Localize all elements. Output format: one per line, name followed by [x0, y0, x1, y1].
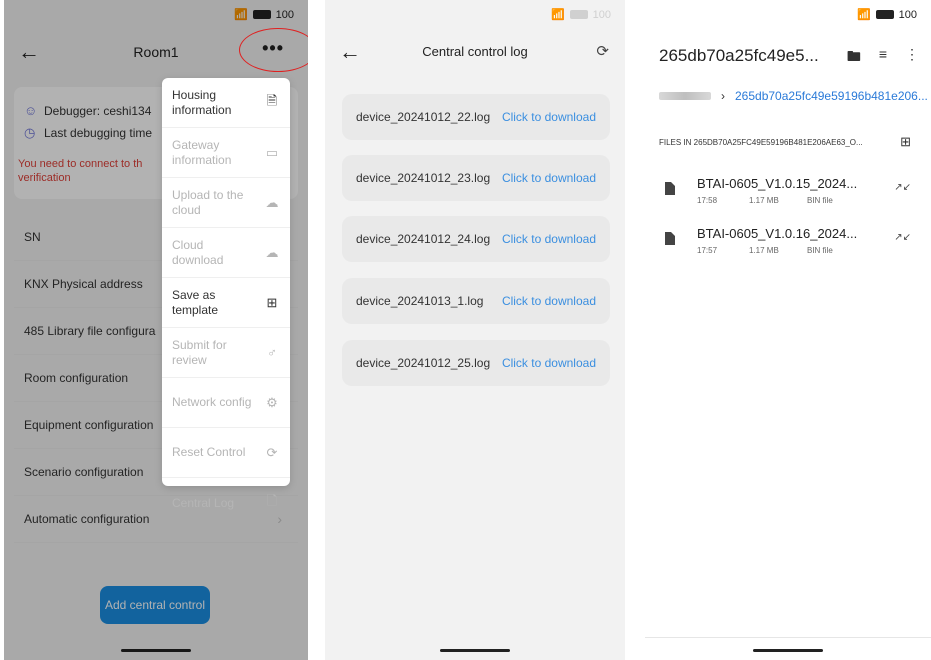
page-title: Central control log	[422, 44, 528, 59]
menu-item-label: Network config	[172, 395, 252, 409]
menu-item-save-as-template[interactable]: Save as template ⊞	[162, 278, 290, 328]
file-browser-screen: 📶 100 265db70a25fc49e5... 🖿 ≡ ⋮ › 265db7…	[645, 0, 931, 660]
menu-item-label: Upload to the cloud	[172, 187, 244, 217]
menu-item-label: Save as template	[172, 287, 219, 317]
file-meta: 17:58 1.17 MB BIN file	[697, 196, 833, 205]
log-item: device_20241013_1.log Click to download	[342, 278, 610, 324]
status-bar: 📶 100	[550, 8, 611, 22]
wifi-icon: 📶	[856, 9, 871, 21]
home-indicator	[440, 649, 510, 652]
log-item: device_20241012_24.log Click to download	[342, 216, 610, 262]
gateway-icon: ▭	[265, 144, 279, 160]
room-screen: 📶 100 ← Room1 ••• ☺ Debugger: ceshi134 ◷…	[4, 0, 308, 660]
file-icon	[665, 232, 675, 245]
download-link[interactable]: Click to download	[502, 356, 596, 370]
battery-level: 100	[898, 8, 917, 21]
menu-item-label: Reset Control	[172, 445, 246, 459]
log-item: device_20241012_23.log Click to download	[342, 155, 610, 201]
file-name: BTAI-0605_V1.0.15_2024...	[697, 176, 858, 191]
log-filename: device_20241012_25.log	[356, 356, 491, 370]
top-bar: ← Central control log ⟳	[325, 38, 625, 68]
breadcrumb-current[interactable]: 265db70a25fc49e59196b481e206...	[735, 89, 928, 103]
chevron-right-icon: ›	[721, 89, 725, 103]
download-link[interactable]: Click to download	[502, 110, 596, 124]
log-item: device_20241012_25.log Click to download	[342, 340, 610, 386]
battery-icon	[569, 10, 588, 19]
log-item: device_20241012_22.log Click to download	[342, 94, 610, 140]
options-menu: Housing information 🗎 Gateway informatio…	[162, 78, 290, 510]
network-icon: ⚙	[266, 394, 278, 410]
file-meta: 17:57 1.17 MB BIN file	[697, 246, 833, 255]
list-item[interactable]: BTAI-0605_V1.0.16_2024... 17:57 1.17 MB …	[659, 220, 921, 264]
stamp-icon: ♂	[267, 345, 277, 360]
download-link[interactable]: Click to download	[502, 232, 596, 246]
expand-icon[interactable]: ↗↙	[894, 232, 911, 243]
menu-item-housing-information[interactable]: Housing information 🗎	[162, 78, 290, 128]
download-link[interactable]: Click to download	[502, 171, 596, 185]
grid-view-icon[interactable]: ⊞	[900, 134, 911, 150]
highlight-ring	[239, 28, 308, 72]
battery-level: 100	[592, 8, 611, 21]
header-actions: 🖿 ≡ ⋮	[847, 46, 919, 70]
home-indicator	[753, 649, 823, 652]
breadcrumb: › 265db70a25fc49e59196b481e206...	[659, 89, 928, 103]
menu-item-network-config[interactable]: Network config ⚙	[162, 378, 290, 428]
file-name: BTAI-0605_V1.0.16_2024...	[697, 226, 858, 241]
cloud-download-icon: ☁	[265, 244, 279, 260]
menu-item-label: Submit for review	[172, 337, 227, 367]
log-filename: device_20241012_23.log	[356, 171, 491, 185]
log-filename: device_20241012_24.log	[356, 232, 491, 246]
menu-item-central-log[interactable]: Central Log 🗋	[162, 478, 290, 528]
log-filename: device_20241012_22.log	[356, 110, 491, 124]
menu-item-upload-to-cloud[interactable]: Upload to the cloud ☁	[162, 178, 290, 228]
file-size: 1.17 MB	[749, 246, 779, 255]
file-icon	[665, 182, 675, 195]
menu-item-gateway-information[interactable]: Gateway information ▭	[162, 128, 290, 178]
folder-title: 265db70a25fc49e5...	[659, 46, 819, 65]
file-type: BIN file	[807, 196, 833, 205]
files-section-header: FILES IN 265DB70A25FC49E59196B481E206AE6…	[659, 138, 863, 147]
menu-item-reset-control[interactable]: Reset Control ⟳	[162, 428, 290, 478]
menu-item-label: Gateway information	[172, 137, 232, 167]
blurred-root-path[interactable]	[659, 92, 711, 100]
menu-item-label: Central Log	[172, 495, 235, 510]
file-size: 1.17 MB	[749, 196, 779, 205]
battery-icon	[875, 10, 894, 19]
template-icon: ⊞	[266, 294, 278, 310]
list-item[interactable]: BTAI-0605_V1.0.15_2024... 17:58 1.17 MB …	[659, 170, 921, 214]
divider	[645, 637, 931, 638]
file-type: BIN file	[807, 246, 833, 255]
menu-item-label: Cloud download	[172, 237, 224, 267]
refresh-icon[interactable]: ⟳	[596, 42, 609, 60]
expand-icon[interactable]: ↗↙	[894, 182, 911, 193]
new-folder-icon[interactable]: 🖿	[847, 46, 861, 70]
cloud-upload-icon: ☁	[265, 194, 279, 210]
wifi-icon: 📶	[550, 9, 565, 21]
status-bar: 📶 100	[856, 8, 917, 22]
menu-item-cloud-download[interactable]: Cloud download ☁	[162, 228, 290, 278]
menu-item-label: Housing information	[172, 87, 232, 117]
central-log-screen: 📶 100 ← Central control log ⟳ device_202…	[325, 0, 625, 660]
document-icon: 🗎	[266, 92, 278, 108]
file-time: 17:58	[697, 196, 718, 205]
sort-icon[interactable]: ≡	[879, 46, 887, 70]
file-time: 17:57	[697, 246, 718, 255]
download-link[interactable]: Click to download	[502, 294, 596, 308]
more-vert-icon[interactable]: ⋮	[905, 46, 919, 70]
refresh-icon: ⟳	[266, 444, 278, 460]
log-icon: 🗋	[266, 493, 278, 508]
menu-item-submit-for-review[interactable]: Submit for review ♂	[162, 328, 290, 378]
log-filename: device_20241013_1.log	[356, 294, 484, 308]
